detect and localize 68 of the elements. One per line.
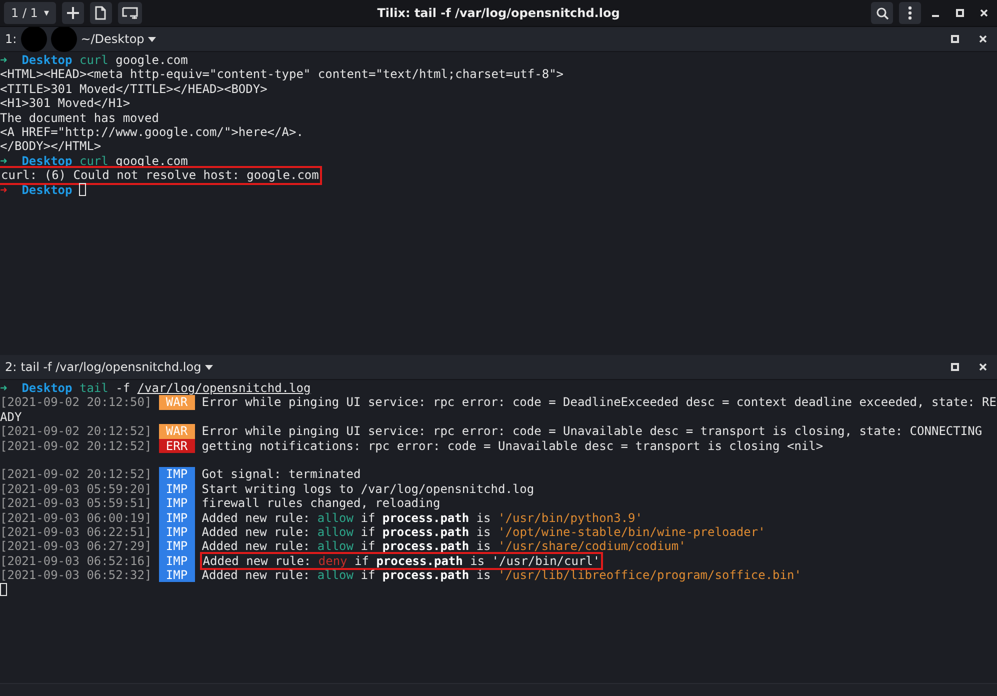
log-timestamp: [2021-09-02 20:12:52] bbox=[0, 467, 152, 482]
maximize-icon[interactable] bbox=[951, 35, 959, 43]
log-message: getting notifications: rpc error: code = Unavailable desc = transport is closing <nil> bbox=[202, 438, 824, 453]
log-timestamp: [2021-09-02 20:12:50] bbox=[0, 395, 152, 410]
menu-button[interactable] bbox=[899, 2, 921, 24]
window-title: Tilix: tail -f /var/log/opensnitchd.log bbox=[377, 6, 620, 20]
log-message: Start writing logs to /var/log/opensnitchd.log bbox=[202, 482, 534, 496]
close-icon[interactable] bbox=[980, 9, 988, 17]
log-timestamp: [2021-09-02 20:12:52] bbox=[0, 438, 152, 453]
terminal-line: ➜ Desktop curl google.com bbox=[0, 53, 188, 68]
terminal-line: <TITLE>301 Moved</TITLE></HEAD><BODY> bbox=[0, 82, 268, 96]
log-timestamp: [2021-09-02 20:12:52] bbox=[0, 424, 152, 439]
log-level-badge: WAR bbox=[158, 395, 195, 410]
log-message: Added new rule: allow if process.path is '/opt/wine-stable/bin/wine-preloader' bbox=[202, 524, 766, 540]
terminal-line: <HTML><HEAD><meta http-equiv="content-type" content="text/html;charset=utf-8"> bbox=[0, 67, 564, 82]
maximize-icon[interactable] bbox=[956, 9, 964, 17]
log-level-badge: IMP bbox=[158, 482, 195, 496]
terminal-number: 2: bbox=[5, 360, 17, 374]
terminal-line: <A HREF="http://www.google.com/">here</A>. bbox=[0, 124, 304, 140]
log-message: Added new rule: allow if process.path is '/usr/bin/python3.9' bbox=[202, 510, 643, 525]
log-message: Added new rule: deny if process.path is '/usr/bin/curl' bbox=[200, 552, 604, 570]
log-message: Error while pinging UI service: rpc error: code = DeadlineExceeded desc = context deadline exceeded, state: RE bbox=[202, 395, 996, 410]
plus-icon bbox=[66, 6, 80, 20]
split-icon bbox=[94, 6, 107, 20]
close-icon[interactable] bbox=[979, 35, 987, 43]
search-icon bbox=[876, 6, 888, 20]
log-level-badge: ERR bbox=[158, 438, 195, 453]
terminal-line: ➜ Desktop tail -f /var/log/opensnitchd.log bbox=[0, 381, 311, 396]
terminal-title[interactable]: ~/Desktop bbox=[80, 32, 144, 46]
terminal-line: <H1>301 Moved</H1> bbox=[0, 96, 130, 111]
terminal-line: </BODY></HTML> bbox=[0, 139, 102, 154]
log-level-badge: IMP bbox=[158, 467, 195, 482]
log-timestamp: [2021-09-03 05:59:20] bbox=[0, 482, 152, 496]
terminal-line: ➜ Desktop bbox=[0, 182, 74, 197]
terminal-number: 1: bbox=[5, 32, 17, 46]
log-timestamp: [2021-09-03 06:27:29] bbox=[0, 539, 152, 554]
log-message: Got signal: terminated bbox=[202, 467, 361, 482]
terminal-line: ADY bbox=[0, 410, 22, 424]
log-level-badge: WAR bbox=[158, 424, 195, 439]
log-message: Error while pinging UI service: rpc error: code = Unavailable desc = transport is closing, state: CONNECTING bbox=[202, 424, 982, 439]
add-terminal-button[interactable] bbox=[62, 2, 84, 24]
log-level-badge: IMP bbox=[158, 539, 195, 554]
split-right-button[interactable] bbox=[90, 2, 112, 24]
split-down-button[interactable] bbox=[118, 2, 142, 24]
log-timestamp: [2021-09-03 05:59:51] bbox=[0, 496, 152, 511]
terminal-title[interactable]: tail -f /var/log/opensnitchd.log bbox=[20, 360, 202, 374]
log-level-badge: IMP bbox=[158, 524, 195, 540]
log-message: firewall rules changed, reloading bbox=[202, 496, 440, 511]
caret-icon[interactable] bbox=[148, 36, 156, 42]
search-button[interactable] bbox=[871, 2, 893, 24]
log-timestamp: [2021-09-03 06:52:32] bbox=[0, 568, 152, 582]
session-dropdown[interactable]: 1 / 1 ▾ bbox=[4, 2, 56, 24]
log-timestamp: [2021-09-03 06:22:51] bbox=[0, 524, 152, 540]
log-timestamp: [2021-09-03 06:00:19] bbox=[0, 510, 152, 525]
maximize-icon[interactable] bbox=[951, 363, 959, 371]
terminal-line: The document has moved bbox=[0, 110, 159, 125]
caret-icon[interactable] bbox=[205, 364, 214, 370]
terminal-line: ➜ Desktop curl google.com bbox=[0, 154, 188, 168]
log-timestamp: [2021-09-03 06:52:16] bbox=[0, 554, 152, 568]
log-message: Added new rule: allow if process.path is '/usr/share/codium/codium' bbox=[202, 539, 686, 554]
log-level-badge: IMP bbox=[158, 496, 195, 511]
log-message: Added new rule: allow if process.path is '/usr/lib/libreoffice/program/soffice.bin' bbox=[202, 568, 802, 582]
split-icon bbox=[122, 7, 138, 19]
close-icon[interactable] bbox=[979, 363, 987, 371]
log-level-badge: IMP bbox=[158, 554, 195, 568]
kebab-menu-icon bbox=[908, 6, 912, 20]
log-level-badge: IMP bbox=[158, 510, 195, 525]
log-level-badge: IMP bbox=[158, 568, 195, 582]
